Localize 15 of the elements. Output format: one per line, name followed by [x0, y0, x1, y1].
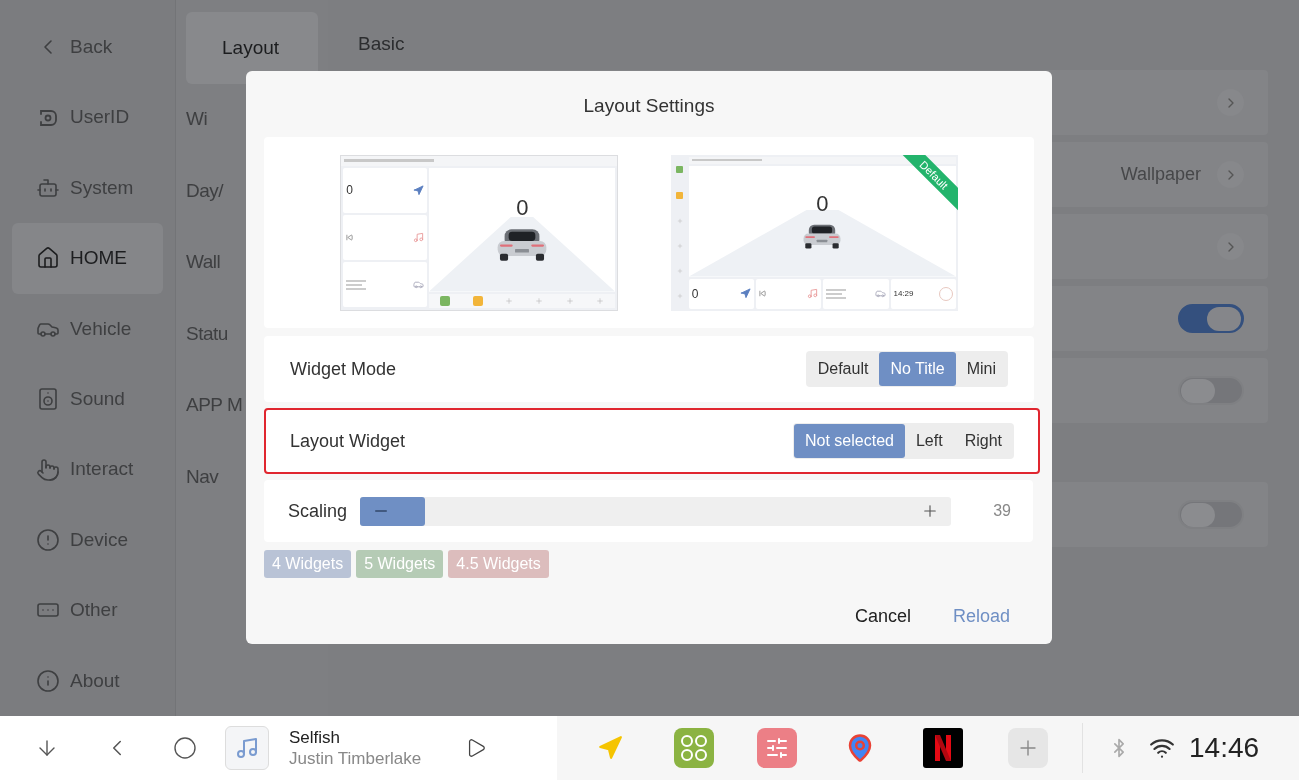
- speed-reading: 0: [516, 197, 529, 220]
- speed-reading: 0: [816, 192, 829, 215]
- clock-text: 14:46: [1189, 731, 1260, 765]
- setting-label: Layout Widget: [290, 429, 406, 453]
- dialog-title: Layout Settings: [582, 94, 716, 118]
- clock-text: 14:29: [893, 289, 914, 298]
- scaling-reading: 39: [992, 501, 1011, 521]
- speed-reading: 0: [691, 287, 699, 300]
- track-artist: Justin Timberlake: [289, 748, 423, 770]
- section-heading: Basic: [358, 32, 406, 56]
- setting-label: Scaling: [288, 499, 349, 523]
- speed-reading: 0: [346, 184, 353, 197]
- setting-label: Widget Mode: [290, 357, 397, 381]
- row-value: Wallpaper: [1120, 163, 1201, 186]
- track-title: Selfish: [289, 726, 342, 748]
